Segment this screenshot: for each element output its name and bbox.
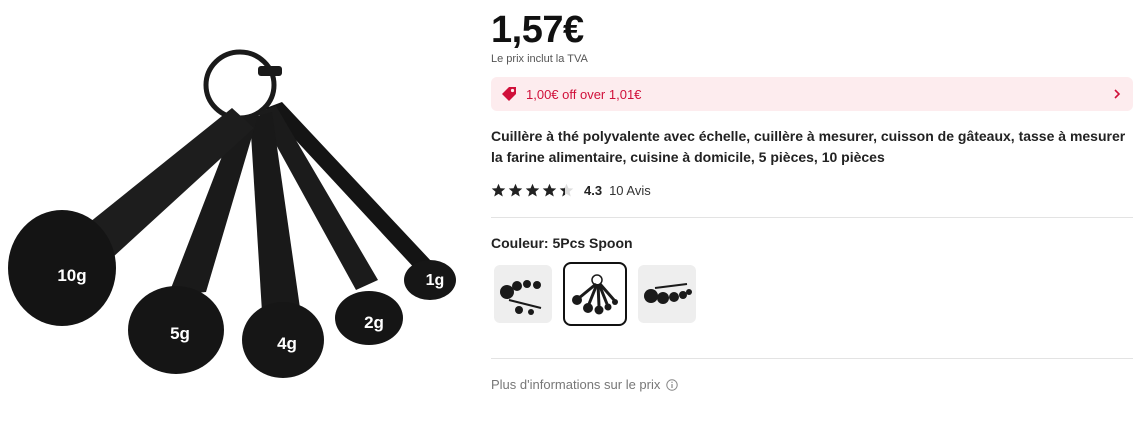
partial-star-icon: [559, 183, 574, 196]
spoon-label-2g: 2g: [364, 313, 384, 332]
review-count-link[interactable]: 10 Avis: [609, 183, 651, 198]
price-tag-icon: [501, 86, 517, 102]
more-price-info-text: Plus d'informations sur le prix: [491, 377, 661, 392]
divider: [491, 217, 1133, 218]
star-rating: [491, 183, 574, 198]
color-swatch-option[interactable]: [638, 265, 696, 323]
promo-banner[interactable]: 1,00€ off over 1,01€: [491, 77, 1133, 111]
color-swatches: [494, 262, 696, 326]
info-icon: [666, 378, 679, 391]
star-icon: [542, 183, 557, 196]
star-icon: [491, 183, 506, 196]
star-icon: [525, 183, 540, 196]
spoon-label-5g: 5g: [170, 324, 190, 343]
color-swatch-selected[interactable]: [563, 262, 627, 326]
divider: [491, 358, 1133, 359]
more-price-info-link[interactable]: Plus d'informations sur le prix: [491, 377, 679, 392]
rating-value: 4.3: [584, 182, 603, 198]
measuring-spoons-image: 10g 5g 4g 2g 1g: [8, 49, 456, 378]
price: 1,57€: [491, 9, 584, 51]
spoon-label-1g: 1g: [426, 272, 445, 289]
product-image[interactable]: 10g 5g 4g 2g 1g: [0, 0, 480, 425]
swatch-thumbnail: [572, 274, 618, 315]
color-swatch-option[interactable]: [494, 265, 552, 323]
color-label: Couleur: 5Pcs Spoon: [491, 235, 633, 251]
product-title: Cuillère à thé polyvalente avec échelle,…: [491, 128, 1126, 165]
spoon-label-4g: 4g: [277, 334, 297, 353]
rating-row[interactable]: 4.3 10 Avis: [491, 181, 651, 199]
promo-text: 1,00€ off over 1,01€: [526, 86, 642, 102]
chevron-right-icon: [1111, 88, 1123, 100]
star-icon: [508, 183, 523, 196]
color-label-prefix: Couleur:: [491, 235, 549, 251]
spoon-label-10g: 10g: [57, 266, 86, 285]
swatch-thumbnail: [500, 280, 542, 315]
swatch-thumbnail: [644, 283, 692, 304]
vat-note: Le prix inclut la TVA: [491, 53, 588, 65]
product-info: 1,57€ Le prix inclut la TVA 1,00€ off ov…: [491, 0, 1133, 425]
color-selected-value: 5Pcs Spoon: [552, 235, 633, 251]
